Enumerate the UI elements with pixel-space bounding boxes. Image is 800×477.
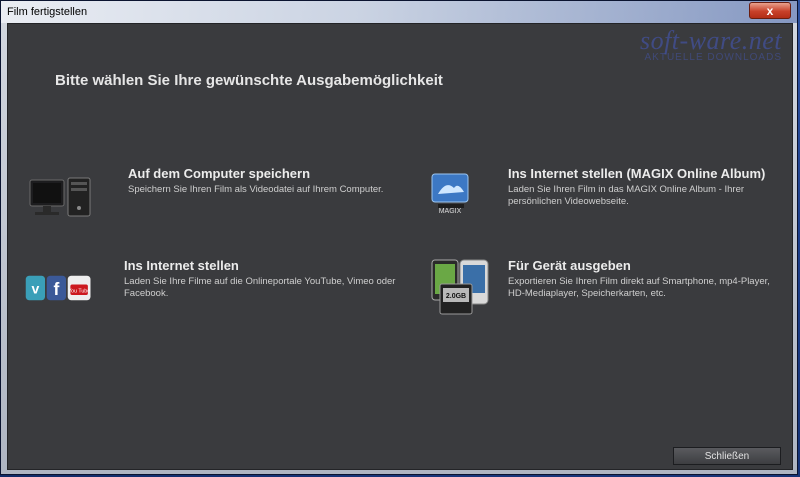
watermark-sub: AKTUELLE DOWNLOADS [644, 52, 782, 63]
option-description: Laden Sie Ihren Film in das MAGIX Online… [508, 184, 745, 207]
option-magix-online-album[interactable]: MAGIX Ins Internet stellen (MAGIX Online… [428, 166, 768, 236]
computer-icon [29, 177, 91, 217]
sd-card-label: 2.0GB [446, 293, 466, 300]
youtube-label: You Tube [68, 288, 90, 294]
option-title: Ins Internet stellen (MAGIX Online Album… [508, 166, 766, 181]
option-description: Laden Sie Ihre Filme auf die Onlineporta… [124, 276, 396, 299]
option-description: Speichern Sie Ihren Film als Videodatei … [128, 184, 384, 195]
watermark-main: soft-ware.net [639, 26, 782, 55]
page-title: Bitte wählen Sie Ihre gewünschte Ausgabe… [55, 72, 443, 89]
option-title: Für Gerät ausgeben [508, 258, 631, 273]
title-bar[interactable]: Film fertigstellen x [1, 1, 797, 23]
window-close-button[interactable]: x [749, 2, 791, 19]
magix-online-album-icon: MAGIX [431, 173, 469, 215]
option-internet-portals[interactable]: v f You Tube Ins Internet stellen Laden … [24, 258, 395, 328]
magix-label: MAGIX [439, 208, 462, 215]
watermark: soft-ware.net AKTUELLE DOWNLOADS [640, 26, 782, 63]
dialog-content: soft-ware.net AKTUELLE DOWNLOADS Bitte w… [7, 23, 793, 470]
facebook-letter: f [53, 279, 59, 299]
device-icon: 2.0GB [431, 259, 489, 315]
dialog-window: Film fertigstellen x soft-ware.net AKTUE… [0, 0, 798, 475]
option-title: Auf dem Computer speichern [128, 166, 311, 181]
vimeo-letter: v [31, 280, 39, 296]
option-device-export[interactable]: 2.0GB Für Gerät ausgeben Exportieren Sie… [428, 258, 770, 328]
social-portals-icon: v f You Tube [25, 275, 91, 301]
close-button[interactable]: Schließen [673, 447, 781, 465]
window-title: Film fertigstellen [7, 6, 88, 18]
option-save-computer[interactable]: Auf dem Computer speichern Speichern Sie… [28, 166, 383, 236]
option-title: Ins Internet stellen [124, 258, 239, 273]
option-description: Exportieren Sie Ihren Film direkt auf Sm… [508, 276, 770, 299]
